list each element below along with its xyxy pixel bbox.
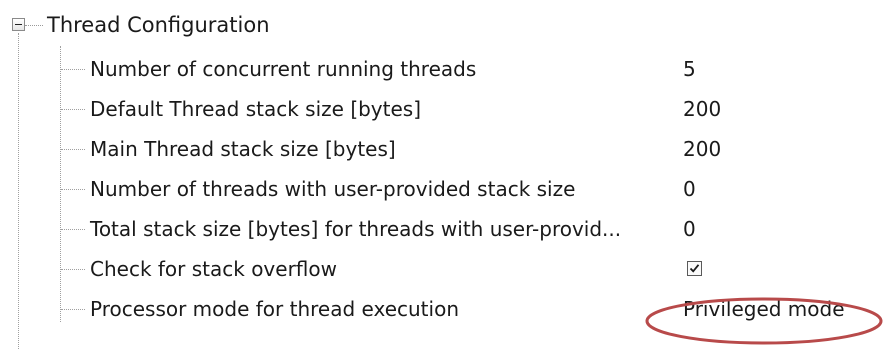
property-row[interactable]: Number of concurrent running threads 5 bbox=[0, 49, 895, 89]
tree-branch-line bbox=[61, 109, 85, 110]
stack-overflow-checkbox[interactable] bbox=[687, 261, 702, 276]
property-value[interactable]: 0 bbox=[683, 169, 696, 209]
tree-branch-line bbox=[25, 25, 43, 26]
tree-branch-line bbox=[61, 69, 85, 70]
tree-branch-line bbox=[61, 229, 85, 230]
property-value[interactable]: 5 bbox=[683, 49, 696, 89]
tree-branch-line bbox=[61, 309, 85, 310]
property-name: Check for stack overflow bbox=[90, 257, 337, 281]
property-row[interactable]: Total stack size [bytes] for threads wit… bbox=[0, 209, 895, 249]
property-name: Total stack size [bytes] for threads wit… bbox=[90, 217, 622, 241]
property-name: Processor mode for thread execution bbox=[90, 297, 459, 321]
checkmark-icon bbox=[689, 264, 700, 273]
property-tree: Thread Configuration Number of concurren… bbox=[0, 0, 895, 349]
property-row[interactable]: Default Thread stack size [bytes] 200 bbox=[0, 89, 895, 129]
collapse-toggle-icon[interactable] bbox=[12, 18, 25, 31]
property-value[interactable]: 200 bbox=[683, 129, 721, 169]
processor-mode-value[interactable]: Privileged mode bbox=[683, 289, 845, 329]
property-name: Number of threads with user-provided sta… bbox=[90, 177, 576, 201]
group-label-thread-configuration[interactable]: Thread Configuration bbox=[47, 8, 270, 42]
property-row[interactable]: Number of threads with user-provided sta… bbox=[0, 169, 895, 209]
tree-branch-line bbox=[61, 149, 85, 150]
property-value[interactable]: 200 bbox=[683, 89, 721, 129]
tree-branch-line bbox=[61, 269, 85, 270]
property-name: Default Thread stack size [bytes] bbox=[90, 97, 422, 121]
property-row[interactable]: Check for stack overflow bbox=[0, 249, 895, 289]
property-value[interactable]: 0 bbox=[683, 209, 696, 249]
property-row[interactable]: Main Thread stack size [bytes] 200 bbox=[0, 129, 895, 169]
property-name: Main Thread stack size [bytes] bbox=[90, 137, 396, 161]
property-row[interactable]: Processor mode for thread execution Priv… bbox=[0, 289, 895, 329]
property-name: Number of concurrent running threads bbox=[90, 57, 477, 81]
tree-branch-line bbox=[61, 189, 85, 190]
